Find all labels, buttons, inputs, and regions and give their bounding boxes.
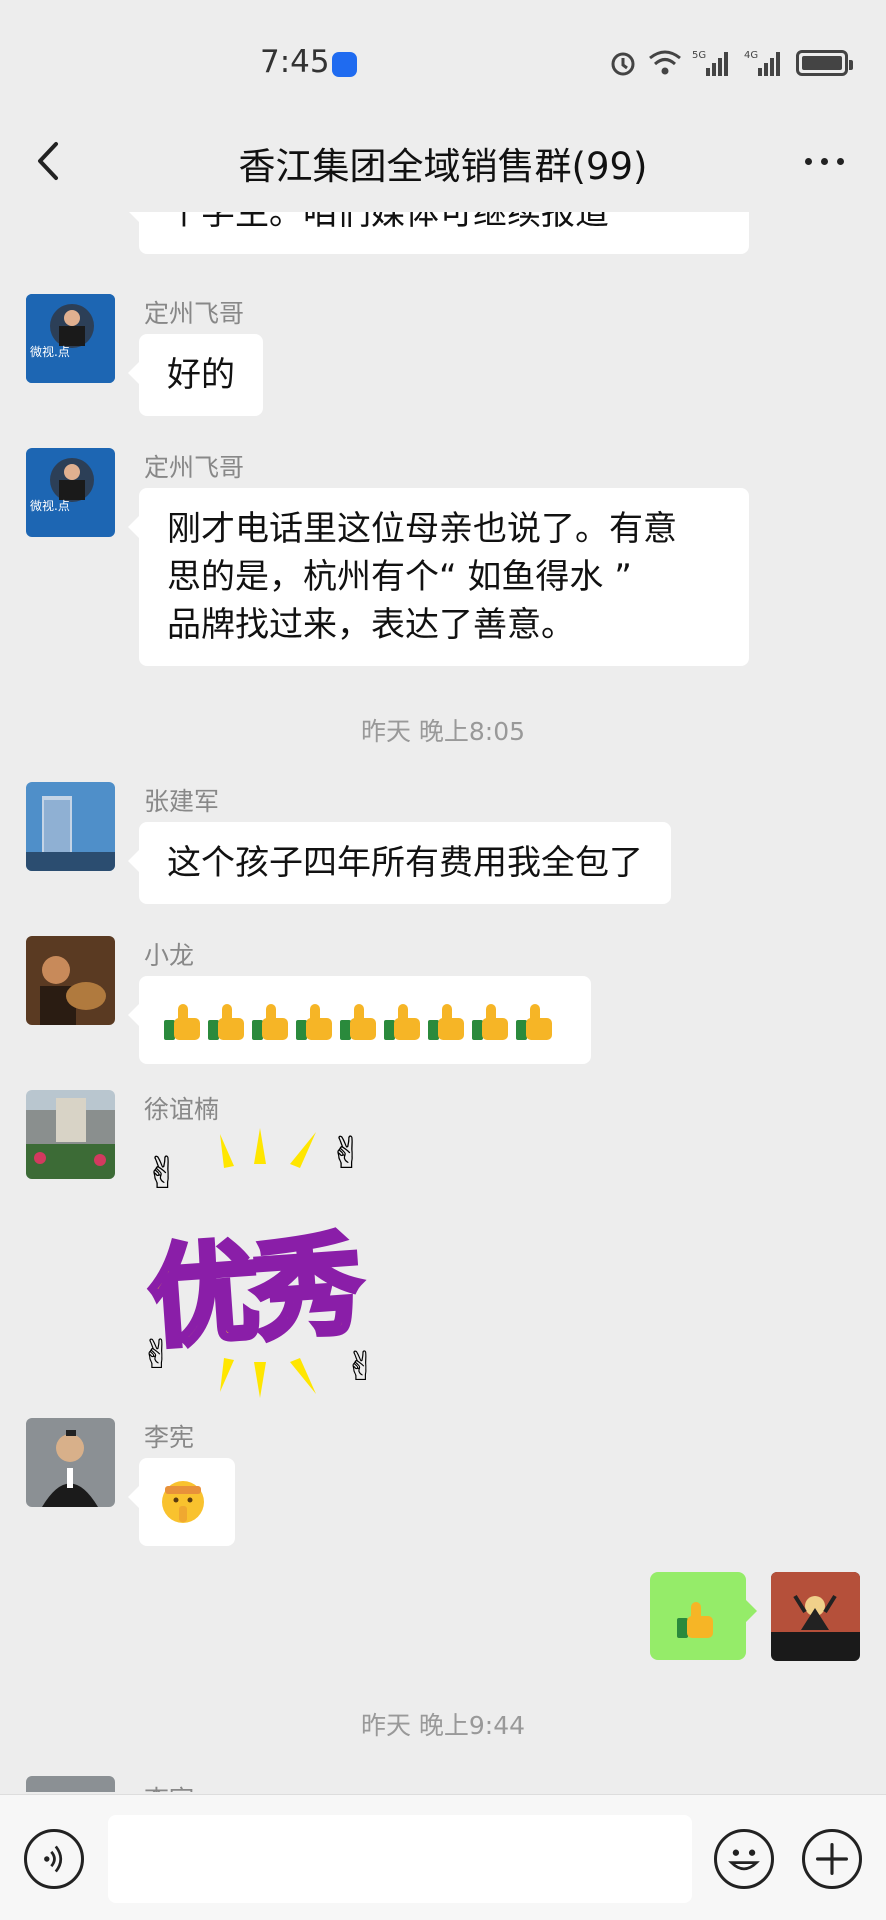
timestamp: 昨天 晚上9:44 [360, 1711, 526, 1740]
message-bubble[interactable]: 好的 [128, 334, 263, 416]
message-bubble[interactable] [128, 976, 591, 1064]
victory-hand-icon: ✌ [328, 1128, 365, 1179]
status-icons: 5G 4G [608, 48, 853, 78]
avatar-image [26, 782, 115, 871]
avatar-image [26, 1418, 115, 1507]
battery-icon [796, 50, 853, 76]
avatar-image: 微视.点 [26, 294, 115, 383]
thumbs-up-icon [471, 1002, 511, 1042]
avatar[interactable] [26, 1776, 115, 1792]
thumbs-up-icon [295, 1002, 335, 1042]
message-bubble[interactable]: 这个孩子四年所有费用我全包了 [128, 822, 671, 904]
sender-name: 徐谊楠 [144, 1095, 220, 1124]
avatar[interactable] [26, 936, 115, 1025]
sender-name: 张建军 [144, 787, 220, 816]
notification-icon [332, 52, 357, 77]
victory-hand-icon: ✌ [144, 1148, 181, 1199]
message-bubble[interactable] [128, 1458, 235, 1546]
message-text-line: 品牌找过来，表达了善意。 [167, 605, 575, 645]
status-bar: 7:45 5G 4G [0, 0, 886, 118]
avatar[interactable] [26, 782, 115, 871]
status-time: 7:45 [260, 44, 330, 80]
chat-messages[interactable]: 个学生。咱们媒体可继续报道 微视.点 定州飞哥 好的 微视.点 定州飞哥 刚才电… [0, 212, 886, 1792]
chat-header: 香江集团全域销售群(99) [0, 118, 886, 204]
thumbs-up-icon [207, 1002, 247, 1042]
message-text: 这个孩子四年所有费用我全包了 [167, 843, 643, 883]
message-bubble[interactable]: 个学生。咱们媒体可继续报道 [128, 212, 749, 254]
avatar-image [771, 1572, 860, 1661]
timestamp: 昨天 晚上8:05 [360, 717, 526, 746]
sender-name: 定州飞哥 [144, 299, 245, 328]
message-text-line: 刚才电话里这位母亲也说了。有意 [167, 509, 677, 549]
message-bubble[interactable]: 刚才电话里这位母亲也说了。有意 思的是，杭州有个“ 如鱼得水 ” 品牌找过来，表… [128, 488, 749, 666]
avatar-image: 微视.点 [26, 448, 115, 537]
message-input[interactable] [108, 1815, 692, 1903]
thumbs-up-icon [383, 1002, 423, 1042]
thumbs-up-icon [427, 1002, 467, 1042]
thumbs-up-icon [251, 1002, 291, 1042]
avatar[interactable] [26, 1090, 115, 1179]
avatar-image [26, 936, 115, 1025]
avatar[interactable] [26, 1418, 115, 1507]
sender-name: 李宪 [144, 1780, 194, 1792]
sticker[interactable]: ✌ ✌ ✌ ✌ 优秀 [140, 1128, 410, 1398]
avatar-image [26, 1090, 115, 1179]
avatar-self[interactable] [771, 1572, 860, 1661]
avatar-caption: 微视.点 [30, 344, 70, 359]
sticker-text: 优秀 [142, 1218, 363, 1365]
more-options-icon[interactable] [805, 158, 844, 165]
signal-5g-icon: 5G [692, 50, 728, 76]
alarm-icon [611, 52, 635, 76]
chat-title: 香江集团全域销售群(99) [238, 145, 648, 188]
signal-4g-icon: 4G [744, 50, 780, 76]
message-text: 好的 [167, 355, 235, 395]
avatar-caption: 微视.点 [30, 498, 70, 513]
plus-icon[interactable] [802, 1829, 862, 1889]
sender-name: 小龙 [144, 941, 195, 970]
emoji-icon[interactable] [714, 1829, 774, 1889]
sender-name: 李宪 [144, 1423, 195, 1452]
message-text: 个学生。咱们媒体可继续报道 [167, 212, 609, 233]
avatar[interactable]: 微视.点 [26, 448, 115, 537]
net-4g-label: 4G [744, 50, 758, 61]
sender-name: 定州飞哥 [144, 453, 245, 482]
wifi-icon [649, 50, 681, 75]
net-5g-label: 5G [692, 50, 706, 61]
thumbs-up-icon [515, 1002, 555, 1042]
avatar[interactable]: 微视.点 [26, 294, 115, 383]
thumbs-up-icon [163, 1002, 203, 1042]
input-bar [0, 1794, 886, 1920]
thumbs-up-icon [339, 1002, 379, 1042]
thumbs-up-icon [676, 1600, 716, 1640]
avatar-image [26, 1776, 115, 1792]
shush-face-icon [162, 1481, 204, 1523]
message-bubble-self[interactable] [650, 1572, 757, 1660]
voice-icon[interactable] [24, 1829, 84, 1889]
message-text-line: 思的是，杭州有个“ 如鱼得水 ” [167, 557, 632, 597]
